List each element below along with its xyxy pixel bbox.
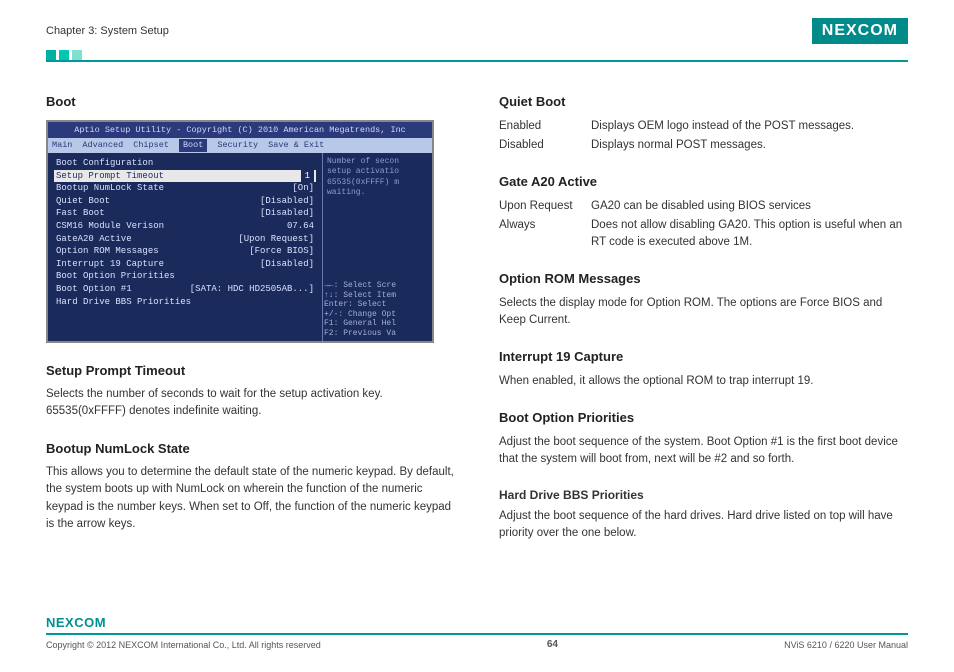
footer: Copyright © 2012 NEXCOM International Co… — [46, 633, 908, 650]
int19-desc: When enabled, it allows the optional ROM… — [499, 373, 908, 390]
bios-item: Boot Configuration — [54, 157, 316, 170]
bios-title: Aptio Setup Utility - Copyright (C) 2010… — [48, 122, 432, 139]
page-number: 64 — [547, 639, 558, 650]
section-int19: Interrupt 19 Capture — [499, 347, 908, 367]
bios-items: Boot ConfigurationSetup Prompt Timeout1B… — [48, 153, 322, 343]
setup-prompt-desc: Selects the number of seconds to wait fo… — [46, 386, 455, 421]
footer-logo: NEXCOM — [46, 615, 106, 630]
bios-item: Boot Option #1[SATA: HDC HD2505AB...] — [54, 283, 316, 296]
bios-item: GateA20 Active[Upon Request] — [54, 233, 316, 246]
kv-val: Does not allow disabling GA20. This opti… — [591, 217, 908, 252]
bios-help: Number of seconsetup activatio65535(0xFF… — [322, 153, 432, 343]
section-bootprio: Boot Option Priorities — [499, 408, 908, 428]
section-quiet-boot: Quiet Boot — [499, 92, 908, 112]
kv-key: Always — [499, 217, 591, 252]
bootprio-desc: Adjust the boot sequence of the system. … — [499, 434, 908, 469]
section-boot: Boot — [46, 92, 455, 112]
left-column: Boot Aptio Setup Utility - Copyright (C)… — [46, 90, 455, 545]
section-gatea20: Gate A20 Active — [499, 172, 908, 192]
optrom-desc: Selects the display mode for Option ROM.… — [499, 295, 908, 330]
bios-tab: Save & Exit — [268, 139, 324, 152]
kv-val: Displays OEM logo instead of the POST me… — [591, 118, 908, 135]
bios-item: Fast Boot[Disabled] — [54, 207, 316, 220]
numlock-desc: This allows you to determine the default… — [46, 464, 455, 533]
kv-key: Disabled — [499, 137, 591, 154]
header-rule — [46, 50, 908, 62]
section-hdd-bbs: Hard Drive BBS Priorities — [499, 486, 908, 504]
chapter-label: Chapter 3: System Setup — [46, 25, 169, 37]
kv-row: Upon Request GA20 can be disabled using … — [499, 198, 908, 215]
doc-title: NViS 6210 / 6220 User Manual — [784, 640, 908, 650]
brand-logo: NEXCOM — [812, 18, 908, 44]
kv-key: Upon Request — [499, 198, 591, 215]
copyright: Copyright © 2012 NEXCOM International Co… — [46, 640, 321, 650]
bios-item: Bootup NumLock State[On] — [54, 182, 316, 195]
brand-logo-text: NEXCOM — [822, 22, 898, 40]
bios-screenshot: Aptio Setup Utility - Copyright (C) 2010… — [46, 120, 434, 343]
bios-hint-top: Number of seconsetup activatio65535(0xFF… — [327, 157, 428, 199]
right-column: Quiet Boot Enabled Displays OEM logo ins… — [499, 90, 908, 545]
hdd-desc: Adjust the boot sequence of the hard dri… — [499, 508, 908, 543]
kv-row: Disabled Displays normal POST messages. — [499, 137, 908, 154]
bios-tab-selected: Boot — [179, 139, 207, 152]
bios-item: Interrupt 19 Capture[Disabled] — [54, 258, 316, 271]
bios-tabs: Main Advanced Chipset Boot Security Save… — [48, 138, 432, 153]
kv-row: Always Does not allow disabling GA20. Th… — [499, 217, 908, 252]
bios-tab: Security — [217, 139, 258, 152]
bios-item: Hard Drive BBS Priorities — [54, 296, 316, 309]
section-optrom: Option ROM Messages — [499, 269, 908, 289]
kv-key: Enabled — [499, 118, 591, 135]
kv-val: GA20 can be disabled using BIOS services — [591, 198, 908, 215]
bios-tab: Advanced — [82, 139, 123, 152]
bios-item: CSM16 Module Verison07.64 — [54, 220, 316, 233]
bios-item: Option ROM Messages[Force BIOS] — [54, 245, 316, 258]
kv-val: Displays normal POST messages. — [591, 137, 908, 154]
bios-item: Setup Prompt Timeout1 — [54, 170, 316, 183]
accent-square — [46, 50, 56, 60]
accent-square — [59, 50, 69, 60]
bios-tab: Chipset — [133, 139, 169, 152]
section-numlock: Bootup NumLock State — [46, 439, 455, 459]
bios-item: Quiet Boot[Disabled] — [54, 195, 316, 208]
kv-row: Enabled Displays OEM logo instead of the… — [499, 118, 908, 135]
section-setup-prompt: Setup Prompt Timeout — [46, 361, 455, 381]
bios-tab: Main — [52, 139, 72, 152]
bios-hint-bottom: →←: Select Scre↑↓: Select ItemEnter: Sel… — [324, 281, 428, 339]
accent-square — [72, 50, 82, 60]
bios-item: Boot Option Priorities — [54, 270, 316, 283]
